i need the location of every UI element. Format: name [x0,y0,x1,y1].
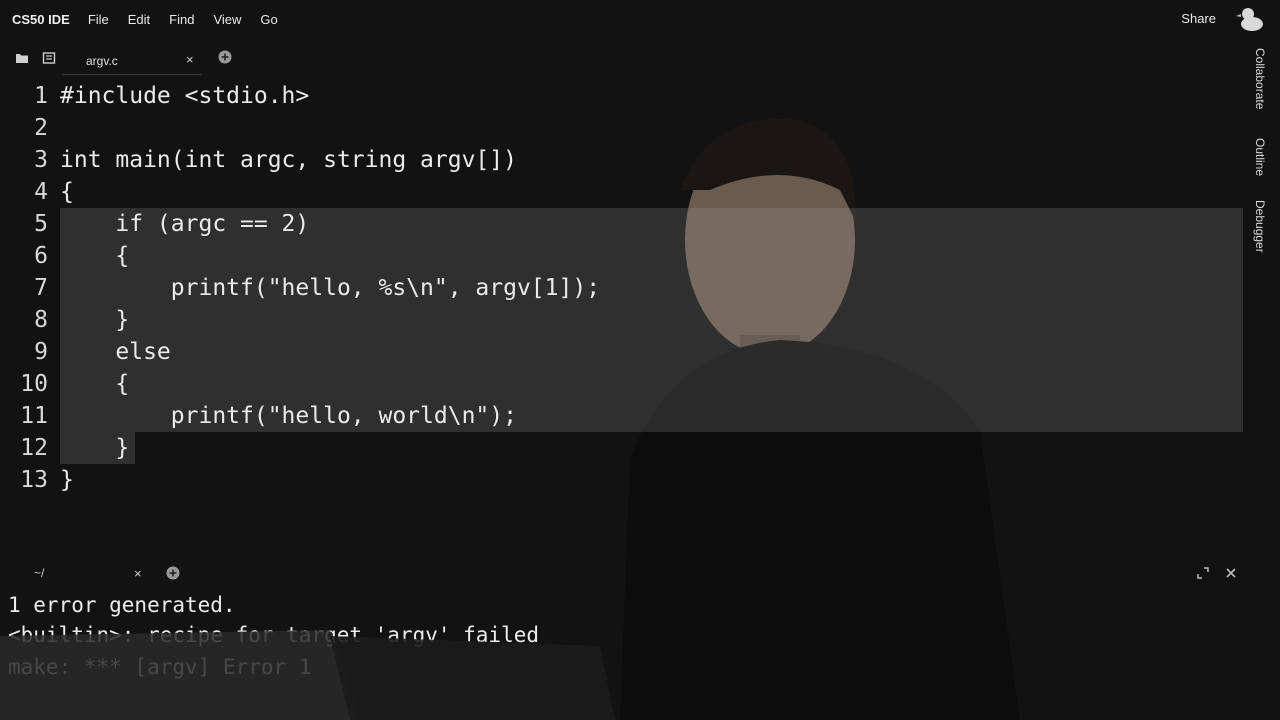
terminal-line: make: *** [argv] Error 1 [8,655,312,679]
code-line[interactable]: 3 int main(int argc, string argv[]) [0,144,517,176]
code-line[interactable]: 8 } [0,304,129,336]
maximize-icon[interactable] [1196,566,1210,580]
side-panel: Collaborate Outline Debugger [1243,38,1280,578]
side-tab-debugger[interactable]: Debugger [1253,200,1267,253]
code-line[interactable]: 6 { [0,240,129,272]
line-number: 13 [20,467,48,493]
code-text: if (argc == 2) [60,211,310,237]
line-number: 7 [34,275,48,301]
add-tab-icon[interactable] [218,50,232,64]
editor-tab-bar: argv.c × [0,44,1243,75]
code-line[interactable]: 7 printf("hello, %s\n", argv[1]); [0,272,600,304]
code-line[interactable]: 9 else [0,336,171,368]
tab-close-icon[interactable]: × [186,52,194,67]
terminal-panel[interactable]: ~/ × 1 error generated. <builtin>: recip… [0,560,1243,720]
terminal-tab[interactable]: ~/ [34,566,44,580]
code-line[interactable]: 12 } [0,432,129,464]
line-number: 2 [34,115,48,141]
line-number: 6 [34,243,48,269]
side-tab-collaborate[interactable]: Collaborate [1253,48,1267,109]
code-line[interactable]: 1 #include <stdio.h> [0,80,309,112]
code-text: } [60,307,130,333]
line-number: 11 [20,403,48,429]
terminal-line: <builtin>: recipe for target 'argv' fail… [8,623,540,647]
code-line[interactable]: 5 if (argc == 2) [0,208,309,240]
outline-icon[interactable] [42,51,56,65]
app-brand: CS50 IDE [12,11,70,27]
duck-icon[interactable] [1236,4,1266,34]
menu-bar: CS50 IDE File Edit Find View Go Share [0,0,1280,38]
close-panel-icon[interactable] [1224,566,1238,580]
code-text: else [60,339,171,365]
menu-view[interactable]: View [213,12,241,27]
code-text: printf("hello, world\n"); [60,403,517,429]
terminal-tab-bar: ~/ × [0,560,1243,588]
folder-icon[interactable] [15,51,29,65]
code-text: { [60,179,74,205]
code-line[interactable]: 11 printf("hello, world\n"); [0,400,517,432]
terminal-line: 1 error generated. [8,593,236,617]
menu-find[interactable]: Find [169,12,194,27]
line-number: 9 [34,339,48,365]
code-line[interactable]: 13} [0,464,74,496]
code-text: int main(int argc, string argv[]) [60,147,517,173]
tab-argv-c[interactable]: argv.c × [62,44,202,75]
line-number: 1 [34,83,48,109]
code-line[interactable]: 2 [0,112,60,144]
terminal-tab-close-icon[interactable]: × [134,566,142,581]
line-number: 10 [20,371,48,397]
code-text: { [60,371,130,397]
tab-label: argv.c [86,54,118,68]
code-line[interactable]: 10 { [0,368,129,400]
line-number: 5 [34,211,48,237]
code-text: } [60,435,130,461]
code-line[interactable]: 4{ [0,176,74,208]
code-text: } [60,467,74,493]
menu-edit[interactable]: Edit [128,12,150,27]
line-number: 12 [20,435,48,461]
menu-go[interactable]: Go [260,12,277,27]
line-number: 8 [34,307,48,333]
line-number: 3 [34,147,48,173]
code-text: printf("hello, %s\n", argv[1]); [60,275,601,301]
share-button[interactable]: Share [1181,11,1216,26]
text-selection [60,208,1243,432]
code-editor[interactable]: 1 #include <stdio.h> 2 3 int main(int argc… [0,80,1243,556]
menu-file[interactable]: File [88,12,109,27]
line-number: 4 [34,179,48,205]
side-tab-outline[interactable]: Outline [1253,138,1267,176]
add-terminal-icon[interactable] [166,566,180,580]
code-text: #include <stdio.h> [60,83,310,109]
code-text: { [60,243,130,269]
